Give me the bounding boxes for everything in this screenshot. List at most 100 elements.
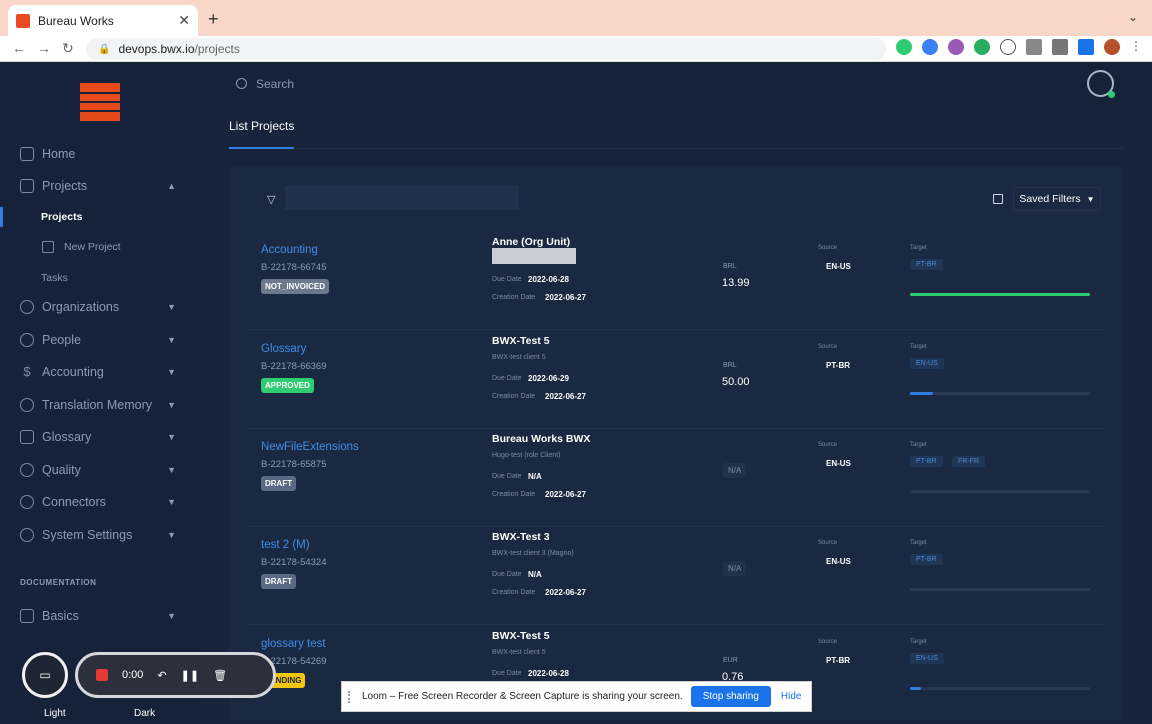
source-label: Source bbox=[818, 245, 838, 251]
due-date-value: N/A bbox=[528, 570, 542, 579]
progress-bar bbox=[910, 490, 1090, 493]
camera-toggle-button[interactable]: ▭ bbox=[22, 652, 68, 698]
documentation-header: DOCUMENTATION bbox=[20, 578, 97, 587]
reload-icon[interactable]: ↻ bbox=[62, 40, 74, 57]
home-icon bbox=[20, 147, 34, 161]
sidebar-toggle-icon[interactable] bbox=[1078, 39, 1094, 55]
extensions-area: ⋮ bbox=[896, 39, 1142, 55]
project-row[interactable]: test 2 (M) B-22178-54324 DRAFT BWX-Test … bbox=[249, 527, 1103, 625]
creation-date-value: 2022-06-27 bbox=[545, 392, 586, 401]
client-name: BWX-Test 3 bbox=[492, 531, 550, 543]
project-name-link[interactable]: NewFileExtensions bbox=[261, 441, 359, 453]
undo-icon[interactable]: ↶ bbox=[157, 669, 166, 682]
chevron-down-icon[interactable]: ⌄ bbox=[1128, 10, 1138, 24]
project-name-link[interactable]: test 2 (M) bbox=[261, 539, 310, 551]
loom-recorder-controls: ▭ 0:00 ↶ ❚❚ 🗑 bbox=[22, 652, 276, 698]
target-label: Target bbox=[910, 245, 927, 251]
profile-avatar-icon[interactable] bbox=[1104, 39, 1120, 55]
project-row[interactable]: NewFileExtensions B-22178-65875 DRAFT Bu… bbox=[249, 429, 1103, 527]
redacted-block bbox=[492, 248, 576, 264]
close-tab-icon[interactable]: ✕ bbox=[178, 12, 190, 29]
back-icon[interactable]: ← bbox=[12, 40, 26, 56]
hide-button[interactable]: Hide bbox=[781, 691, 802, 702]
client-name: BWX-Test 5 bbox=[492, 335, 550, 347]
source-language: EN-US bbox=[826, 557, 851, 566]
target-label: Target bbox=[910, 442, 927, 448]
creation-date-label: Creation Date bbox=[492, 393, 536, 400]
save-icon[interactable] bbox=[993, 194, 1003, 204]
trash-icon[interactable]: 🗑 bbox=[213, 669, 227, 682]
sidebar-item-label: Quality bbox=[42, 463, 81, 477]
sidebar-item-quality[interactable]: Quality ▼ bbox=[0, 457, 200, 483]
sidebar-item-basics[interactable]: Basics ▼ bbox=[0, 603, 200, 629]
amount: 13.99 bbox=[722, 277, 750, 289]
puzzle-icon[interactable] bbox=[1052, 39, 1068, 55]
book-icon bbox=[20, 430, 34, 444]
drag-handle[interactable] bbox=[348, 690, 352, 703]
sidebar-item-system-settings[interactable]: System Settings ▼ bbox=[0, 522, 200, 548]
folder-icon bbox=[20, 179, 34, 193]
filter-icon[interactable]: ▽ bbox=[267, 193, 275, 206]
extension-icon[interactable] bbox=[896, 39, 912, 55]
status-badge: DRAFT bbox=[261, 574, 297, 589]
online-status-dot bbox=[1108, 91, 1115, 98]
target-language-chip: PT-BR bbox=[910, 259, 943, 270]
bureau-works-favicon-icon bbox=[16, 13, 30, 28]
extension-icon[interactable] bbox=[922, 39, 938, 55]
sidebar-item-organizations[interactable]: Organizations ▼ bbox=[0, 294, 200, 320]
page-title[interactable]: List Projects bbox=[229, 119, 294, 133]
extension-icon[interactable] bbox=[948, 39, 964, 55]
sidebar-item-connectors[interactable]: Connectors ▼ bbox=[0, 489, 200, 515]
filter-input[interactable] bbox=[285, 186, 519, 210]
project-code: B-22178-66745 bbox=[261, 262, 327, 273]
browser-tab[interactable]: Bureau Works ✕ bbox=[8, 5, 198, 36]
saved-filters-button[interactable]: Saved Filters ▼ bbox=[1013, 187, 1101, 211]
project-name-link[interactable]: Accounting bbox=[261, 244, 318, 256]
theme-light-button[interactable]: Light bbox=[44, 708, 66, 719]
project-row[interactable]: Accounting B-22178-66745 NOT_INVOICED An… bbox=[249, 232, 1103, 330]
bureau-works-logo[interactable] bbox=[80, 83, 120, 121]
target-language-chip: EN-US bbox=[910, 358, 944, 369]
sidebar-item-translation-memory[interactable]: Translation Memory ▼ bbox=[0, 392, 200, 418]
theme-dark-button[interactable]: Dark bbox=[134, 708, 155, 719]
currency: BRL bbox=[723, 362, 737, 369]
forward-icon[interactable]: → bbox=[37, 40, 51, 56]
creation-date-value: 2022-06-27 bbox=[545, 293, 586, 302]
extension-icon[interactable] bbox=[1026, 39, 1042, 55]
camera-icon: ▭ bbox=[39, 668, 51, 682]
sidebar-item-label: Connectors bbox=[42, 495, 106, 509]
browser-tab-strip: Bureau Works ✕ + ⌄ bbox=[0, 0, 1152, 36]
source-label: Source bbox=[818, 344, 838, 350]
source-label: Source bbox=[818, 442, 838, 448]
extension-icon[interactable] bbox=[974, 39, 990, 55]
sidebar-subitem-new-project[interactable]: New Project bbox=[64, 241, 121, 253]
stop-sharing-button[interactable]: Stop sharing bbox=[690, 686, 771, 707]
chevron-up-icon: ▲ bbox=[167, 181, 176, 191]
pause-icon[interactable]: ❚❚ bbox=[181, 669, 199, 682]
project-name-link[interactable]: Glossary bbox=[261, 343, 306, 355]
project-row[interactable]: Glossary B-22178-66369 APPROVED BWX-Test… bbox=[249, 331, 1103, 429]
sidebar-item-glossary[interactable]: Glossary ▼ bbox=[0, 424, 200, 450]
sidebar-item-accounting[interactable]: $ Accounting ▼ bbox=[0, 359, 200, 385]
source-label: Source bbox=[818, 639, 838, 645]
url-field[interactable]: 🔒 devops.bwx.io/projects bbox=[86, 38, 886, 60]
saved-filters-label: Saved Filters bbox=[1019, 193, 1081, 205]
status-badge: DRAFT bbox=[261, 476, 297, 491]
sidebar-item-home[interactable]: Home bbox=[0, 141, 200, 167]
sidebar-subitem-projects[interactable]: Projects bbox=[41, 211, 82, 223]
stop-recording-button[interactable] bbox=[96, 669, 108, 681]
due-date-label: Due Date bbox=[492, 276, 522, 283]
client-subtitle: BWX-test client 3 (Magno) bbox=[492, 550, 574, 557]
sidebar-item-projects[interactable]: Projects ▲ bbox=[0, 173, 200, 199]
new-tab-icon[interactable]: + bbox=[208, 9, 219, 30]
kebab-menu-icon[interactable]: ⋮ bbox=[1130, 39, 1142, 55]
project-name-link[interactable]: glossary test bbox=[261, 638, 326, 650]
extension-icon[interactable] bbox=[1000, 39, 1016, 55]
progress-bar bbox=[910, 293, 1090, 296]
client-name: Bureau Works BWX bbox=[492, 433, 591, 445]
search-input[interactable]: Search bbox=[256, 77, 294, 91]
sidebar-subitem-tasks[interactable]: Tasks bbox=[41, 272, 68, 284]
sidebar-item-people[interactable]: People ▼ bbox=[0, 327, 200, 353]
sidebar-item-label: Organizations bbox=[42, 300, 120, 314]
projects-panel: ▽ Saved Filters ▼ Accounting B-22178-667… bbox=[229, 167, 1123, 720]
